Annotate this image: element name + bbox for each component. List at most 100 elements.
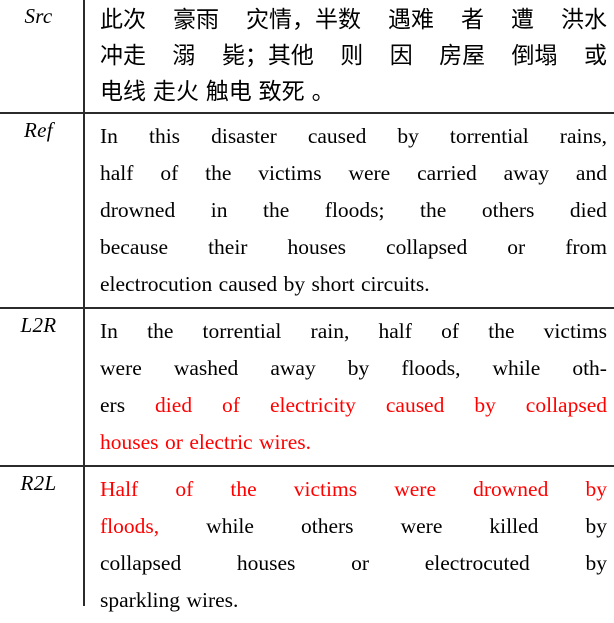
row-label-cell: L2R xyxy=(0,309,83,336)
highlighted-text: died xyxy=(155,393,193,417)
text-segment: In xyxy=(100,124,118,148)
table-body: Src 此次 豪雨 灾情，半数 遇难 者 遭 洪水 冲走溺毙；其他则因房屋 倒塌或电线 走火 触电 致死… xyxy=(0,0,614,623)
row-label: Src xyxy=(24,4,53,28)
text-segment: while xyxy=(492,356,541,380)
text-segment: or xyxy=(507,235,526,259)
table-row: R2L Half of the victims were drowned by floods, w… xyxy=(0,465,614,623)
text-segment: 溺 xyxy=(172,43,196,69)
text-segment: 倒塌 xyxy=(511,43,558,69)
text-segment: disaster xyxy=(211,124,277,148)
text-segment: rain, xyxy=(310,319,350,343)
text-segment: floods; xyxy=(324,198,385,222)
highlighted-text: houses xyxy=(100,430,159,454)
row-content-cell: 此次 豪雨 灾情，半数 遇难 者 遭 洪水 冲走溺毙；其他则因房屋 倒塌或电线 走火 触电 致死。 xyxy=(83,0,614,112)
row-label: L2R xyxy=(20,313,57,337)
text-segment: sparkling xyxy=(100,588,181,612)
text-segment: the xyxy=(420,198,447,222)
text-segment: 或 xyxy=(583,43,607,69)
text-segment: 此次 xyxy=(100,7,146,33)
text-segment: electrocution xyxy=(100,272,213,296)
row-label: Ref xyxy=(24,118,53,142)
text-segment: died xyxy=(569,198,607,222)
row-content-cell: Half of the victims were drowned by floods, whil… xyxy=(83,467,614,623)
text-segment: 电线 xyxy=(100,79,146,105)
text-line: 此次 豪雨 灾情，半数 遇难 者 遭 洪水 xyxy=(100,2,607,38)
text-line: sparkling wires. xyxy=(100,582,607,619)
text-segment: torrential xyxy=(202,319,282,343)
text-segment: this xyxy=(148,124,181,148)
text-segment: 触电 xyxy=(205,79,252,105)
text-segment: 洪水 xyxy=(561,7,607,33)
text-segment: others xyxy=(301,514,354,538)
highlighted-text: drowned xyxy=(473,477,549,501)
highlighted-text: wires. xyxy=(259,430,311,454)
highlighted-text: of xyxy=(222,393,240,417)
highlighted-text: caused xyxy=(385,393,445,417)
text-segment: 者 xyxy=(461,7,484,33)
text-segment: the xyxy=(147,319,174,343)
text-segment: 走火 xyxy=(152,79,199,105)
text-segment: from xyxy=(565,235,607,259)
highlighted-text: by xyxy=(585,477,607,501)
highlighted-text: the xyxy=(230,477,257,501)
text-segment: torrential xyxy=(449,124,529,148)
text-segment: victims xyxy=(543,319,607,343)
text-segment: away xyxy=(503,161,550,185)
text-segment: 因 xyxy=(389,43,413,69)
text-segment: 毙；其他 xyxy=(221,43,314,69)
text-line: half of the victims were carried away and xyxy=(100,155,607,192)
text-segment: by xyxy=(585,514,607,538)
text-segment: circuits. xyxy=(360,272,430,296)
text-segment: 。 xyxy=(311,79,335,105)
text-segment: by xyxy=(585,551,607,575)
row-content-cell: In this disaster caused by torrential rains, ha… xyxy=(83,114,614,307)
highlighted-text: of xyxy=(175,477,194,501)
highlighted-text: collapsed xyxy=(525,393,607,417)
text-segment: houses xyxy=(287,235,347,259)
text-line: collapsed houses or electrocuted by xyxy=(100,545,607,582)
text-segment: or xyxy=(351,551,370,575)
text-segment: the xyxy=(488,319,515,343)
text-segment: 冲走 xyxy=(100,43,146,69)
text-segment: collapsed xyxy=(100,551,182,575)
text-segment: caused xyxy=(307,124,367,148)
table-row: Src 此次 豪雨 灾情，半数 遇难 者 遭 洪水 冲走溺毙；其他则因房屋 倒塌或电线 走火 触电 致死… xyxy=(0,0,614,112)
text-segment: of xyxy=(160,161,179,185)
highlighted-text: by xyxy=(474,393,496,417)
row-label-cell: Ref xyxy=(0,114,83,141)
text-segment: the xyxy=(205,161,232,185)
text-line: In the torrential rain, half of the victims xyxy=(100,313,607,350)
text-segment: drowned xyxy=(100,198,176,222)
text-line: houses or electric wires. xyxy=(100,424,607,461)
text-line: floods, while others were killed by xyxy=(100,508,607,545)
text-segment: 灾情，半数 xyxy=(246,7,361,33)
text-segment: houses xyxy=(236,551,296,575)
text-segment: away xyxy=(270,356,316,380)
text-segment: floods, xyxy=(401,356,461,380)
text-segment: the xyxy=(263,198,290,222)
text-segment: rains, xyxy=(559,124,607,148)
highlighted-text: Half xyxy=(100,477,139,501)
text-line: Half of the victims were drowned by xyxy=(100,471,607,508)
text-segment: collapsed xyxy=(386,235,468,259)
translation-comparison-table: Src 此次 豪雨 灾情，半数 遇难 者 遭 洪水 冲走溺毙；其他则因房屋 倒塌或电线 走火 触电 致死… xyxy=(0,0,614,612)
text-segment: and xyxy=(575,161,607,185)
text-segment: while xyxy=(206,514,254,538)
text-segment: were xyxy=(400,514,443,538)
text-segment: by xyxy=(397,124,419,148)
highlighted-text: or xyxy=(164,430,183,454)
row-label: R2L xyxy=(20,471,57,495)
text-segment: were xyxy=(100,356,142,380)
text-segment: 则 xyxy=(340,43,364,69)
text-segment: short xyxy=(311,272,355,296)
text-segment: by xyxy=(347,356,370,380)
highlighted-text: were xyxy=(394,477,436,501)
text-segment: carried xyxy=(417,161,477,185)
text-line: because their houses collapsed or from xyxy=(100,229,607,266)
text-segment: In xyxy=(100,319,118,343)
text-segment: by xyxy=(283,272,306,296)
text-segment: their xyxy=(208,235,248,259)
text-segment: others xyxy=(481,198,535,222)
highlighted-text: electricity xyxy=(269,393,356,417)
highlighted-text: electric xyxy=(189,430,253,454)
